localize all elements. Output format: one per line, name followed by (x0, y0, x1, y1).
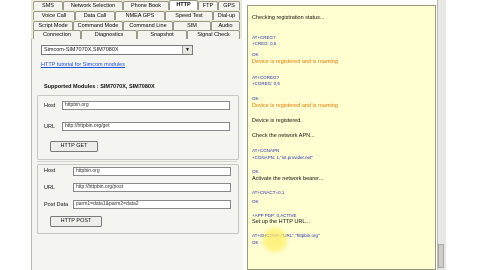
tab-data-call[interactable]: Data Call (75, 11, 115, 20)
module-select-value: Simcom-SIM7070X,SIM7080X (44, 47, 119, 53)
tab-ftp[interactable]: FTP (198, 1, 218, 10)
tab-strip: SMS Network Selection Phone Book HTTP FT… (31, 0, 242, 40)
post-host-input[interactable]: httpbin.org (73, 167, 231, 176)
log-line: OK (252, 96, 259, 101)
post-host-label: Host (44, 168, 56, 174)
log-line: OK (252, 199, 259, 204)
tab-sms[interactable]: SMS (33, 1, 63, 10)
get-url-label: URL (44, 124, 56, 130)
log-scrollbar-thumb[interactable] (438, 244, 444, 268)
get-host-input[interactable]: httpbin.org (62, 101, 230, 110)
chevron-down-icon[interactable]: ▼ (182, 46, 192, 54)
log-line: OK (252, 169, 259, 174)
tab-voice-call[interactable]: Voice Call (33, 11, 75, 20)
log-line: OK (252, 240, 259, 245)
section-divider (37, 161, 237, 162)
tab-nmea-gps[interactable]: NMEA GPS (115, 11, 165, 20)
log-line: Device is registered and is roaming (252, 103, 338, 109)
get-url-input[interactable]: http://httpbin.org/get (62, 122, 230, 131)
tab-dial-up[interactable]: Dial-up (213, 11, 240, 20)
tab-speed-test[interactable]: Speed Test (165, 11, 213, 20)
tab-phone-book[interactable]: Phone Book (123, 1, 169, 10)
log-line: +CREG: 0,5 (252, 41, 277, 46)
tab-gps[interactable]: GPS (218, 1, 240, 10)
tab-network-selection[interactable]: Network Selection (63, 1, 123, 10)
module-select[interactable]: Simcom-SIM7070X,SIM7080X ▼ (41, 45, 193, 55)
tab-diagnostics[interactable]: Diagnostics (81, 30, 137, 39)
http-get-button[interactable]: HTTP GET (50, 141, 98, 152)
log-scrollbar[interactable] (437, 0, 446, 270)
post-data-label: Post Data (44, 202, 69, 208)
log-line: AT+CNACT=0,1 (252, 190, 285, 195)
log-line: AT+CGREG? (252, 75, 280, 80)
http-post-button[interactable]: HTTP POST (50, 216, 102, 227)
supported-modules-label: Supported Modules : SIM7070X, SIM7080X (44, 84, 155, 90)
log-line: Check the network APN... (252, 133, 315, 139)
log-line: AT+CGNAPN (252, 148, 280, 153)
log-line: Set up the HTTP URL... (252, 219, 310, 225)
log-line: Checking registration status... (252, 15, 325, 21)
tab-script-mode[interactable]: Script Mode (33, 21, 73, 30)
log-line: Device is registered. (252, 118, 302, 124)
tab-command-line[interactable]: Command Line (123, 21, 173, 30)
log-line: +APP PDP: 0,ACTIVE (252, 213, 297, 218)
tab-sim[interactable]: SIM (173, 21, 211, 30)
tab-http[interactable]: HTTP (169, 0, 198, 10)
log-line: OK (252, 52, 259, 57)
log-line: +CGREG: 0,5 (252, 81, 280, 86)
cursor-highlight-icon (260, 225, 290, 255)
post-data-input[interactable]: parm1=data1&parm2=data2 (73, 200, 231, 209)
log-line: +CGNAPN: 1,"iot.provider.net" (252, 155, 313, 160)
get-host-label: Host (44, 103, 56, 109)
post-url-input[interactable]: http://httpbin.org/post (73, 183, 231, 192)
tab-connection[interactable]: Connection (33, 30, 81, 39)
tab-command-mode[interactable]: Command Mode (73, 21, 123, 30)
tab-snapshot[interactable]: Snapshot (137, 30, 187, 39)
log-line: Device is registered and is roaming (252, 59, 338, 65)
log-line: AT+CREG? (252, 35, 276, 40)
tab-audio[interactable]: Audio (211, 21, 240, 30)
tab-signal-check[interactable]: Signal Check (187, 30, 240, 39)
http-tutorial-link[interactable]: HTTP tutorial for Simcom modules (41, 62, 125, 68)
log-line: Activate the network bearer... (252, 176, 324, 182)
post-url-label: URL (44, 185, 56, 191)
